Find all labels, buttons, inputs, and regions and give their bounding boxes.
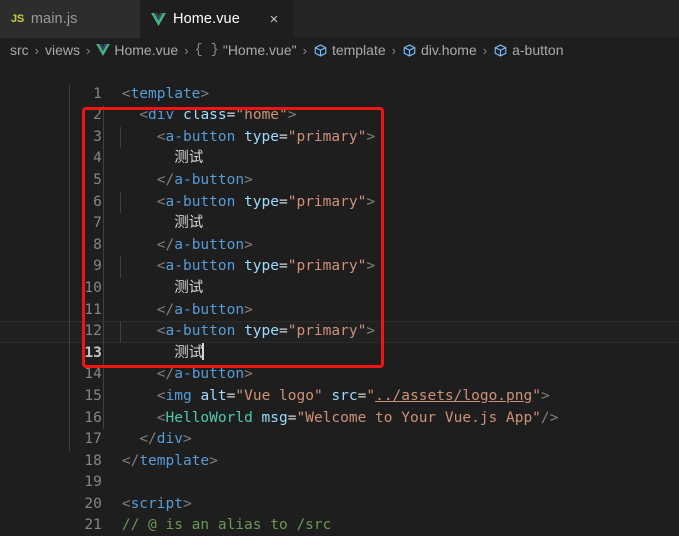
- line-content: 测试: [174, 342, 205, 361]
- vscode-window: JS main.js Home.vue × src › views › Home…: [0, 0, 679, 536]
- line-content: </a-button>: [156, 236, 253, 253]
- line-content: </template>: [121, 452, 218, 469]
- breadcrumb-label: views: [45, 42, 81, 58]
- line-content: 测试: [174, 215, 204, 232]
- breadcrumb-separator: ›: [86, 42, 91, 58]
- line-number: 2: [93, 107, 102, 124]
- breadcrumb-item-a-button[interactable]: a-button: [491, 42, 565, 58]
- breadcrumb-separator: ›: [34, 42, 40, 58]
- breadcrumb-item-views[interactable]: views: [43, 42, 82, 58]
- vue-file-icon: [96, 44, 111, 56]
- line-number: 3: [93, 128, 102, 145]
- vue-file-icon: [151, 12, 166, 26]
- line-number: 19: [84, 474, 102, 491]
- line-content: <div class="home">: [139, 107, 297, 124]
- line-content: </a-button>: [156, 301, 253, 318]
- tab-label: main.js: [30, 11, 78, 27]
- tab-label: Home.vue: [173, 11, 240, 27]
- braces-icon: { }: [194, 42, 219, 58]
- breadcrumb-label: template: [331, 42, 386, 58]
- code-lines[interactable]: 1 <template> 2 <div class="home"> 3 <a-bu…: [0, 62, 679, 536]
- line-content: <template>: [121, 85, 210, 102]
- line-number: 10: [84, 279, 102, 296]
- text-cursor: [202, 342, 205, 360]
- symbol-cube-icon: [313, 43, 328, 58]
- line-number: 7: [93, 215, 102, 232]
- line-content: // @ is an alias to /src: [121, 517, 332, 534]
- breadcrumb-item-home-vue[interactable]: Home.vue: [94, 42, 180, 58]
- line-number: 4: [93, 150, 102, 167]
- line-content: <a-button type="primary">: [156, 258, 376, 275]
- line-content: 测试: [174, 279, 204, 296]
- breadcrumb-label: "Home.vue": [222, 42, 297, 58]
- code-line[interactable]: 1 <template>: [0, 62, 679, 102]
- line-content: 测试: [174, 150, 204, 167]
- breadcrumb-separator: ›: [482, 42, 488, 58]
- symbol-cube-icon: [402, 43, 417, 58]
- tab-home-vue[interactable]: Home.vue ×: [140, 0, 294, 38]
- line-number: 6: [93, 193, 102, 210]
- line-number: 1: [93, 85, 102, 102]
- line-number: 16: [84, 409, 102, 426]
- line-number: 13: [84, 344, 102, 361]
- breadcrumb: src › views › Home.vue › { } "Home.vue" …: [0, 38, 679, 62]
- line-number: 21: [84, 517, 102, 534]
- breadcrumb-item-div-home[interactable]: div.home: [400, 42, 479, 58]
- breadcrumb-separator: ›: [391, 42, 396, 58]
- line-content: <a-button type="primary">: [156, 323, 376, 340]
- line-number: 20: [84, 495, 102, 512]
- breadcrumb-item-src[interactable]: src: [8, 42, 31, 58]
- line-content: <script>: [121, 495, 192, 512]
- line-content: <a-button type="primary">: [156, 128, 376, 145]
- line-content: </a-button>: [156, 366, 253, 383]
- breadcrumb-separator: ›: [302, 42, 307, 58]
- breadcrumb-separator: ›: [184, 42, 189, 58]
- line-content: <a-button type="primary">: [156, 193, 376, 210]
- tab-bar-empty-area: [294, 0, 679, 37]
- line-number: 9: [93, 258, 102, 275]
- line-number: 15: [84, 387, 102, 404]
- line-number: 8: [93, 236, 102, 253]
- close-icon[interactable]: ×: [267, 12, 281, 27]
- breadcrumb-label: src: [10, 42, 29, 58]
- breadcrumb-label: div.home: [420, 42, 477, 58]
- line-number: 17: [84, 431, 102, 448]
- line-content: </a-button>: [156, 171, 253, 188]
- editor-tab-bar: JS main.js Home.vue ×: [0, 0, 679, 38]
- breadcrumb-label: a-button: [512, 42, 564, 58]
- js-file-icon: JS: [11, 13, 24, 25]
- line-number: 5: [93, 171, 102, 188]
- breadcrumb-label: Home.vue: [114, 42, 179, 58]
- breadcrumb-item-template[interactable]: template: [311, 42, 388, 58]
- line-content: <img alt="Vue logo" src="../assets/logo.…: [156, 387, 550, 404]
- line-content: <HelloWorld msg="Welcome to Your Vue.js …: [156, 409, 559, 426]
- line-number: 14: [84, 366, 102, 383]
- line-number: 12: [84, 323, 102, 340]
- line-number: 18: [84, 452, 102, 469]
- tab-main-js[interactable]: JS main.js: [0, 0, 140, 38]
- symbol-cube-icon: [493, 43, 508, 58]
- breadcrumb-item-home-vue-symbol[interactable]: { } "Home.vue": [193, 42, 299, 58]
- line-number: 11: [84, 301, 102, 318]
- line-content: </div>: [139, 431, 192, 448]
- code-editor[interactable]: 1 <template> 2 <div class="home"> 3 <a-bu…: [0, 62, 679, 536]
